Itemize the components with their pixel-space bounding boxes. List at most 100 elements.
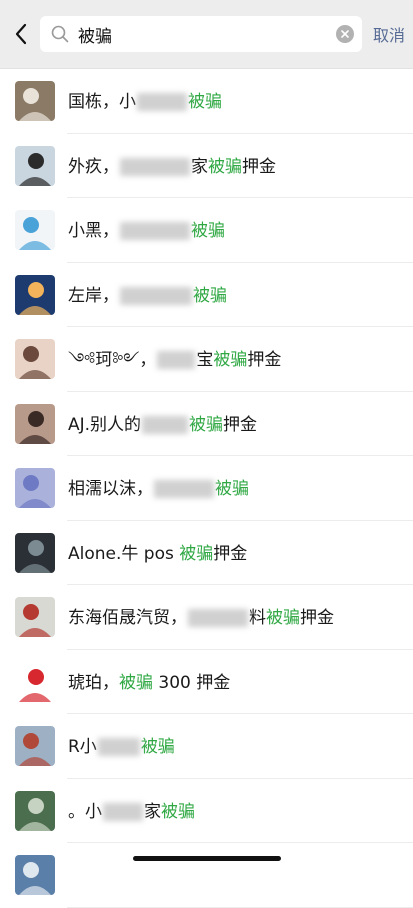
- avatar: [15, 726, 55, 766]
- result-fragment: 料: [249, 608, 266, 628]
- close-icon: [341, 30, 349, 38]
- result-fragment: 家: [144, 801, 161, 822]
- search-result-row[interactable]: 。小 家被骗: [0, 779, 413, 844]
- search-result-row[interactable]: 外疚， 家被骗押金: [0, 134, 413, 199]
- avatar: [15, 468, 55, 508]
- result-name: ༺珂༻，: [68, 350, 157, 370]
- search-result-row[interactable]: ༺珂༻， 宝被骗押金: [0, 327, 413, 392]
- avatar-image: [19, 346, 51, 379]
- search-input[interactable]: [78, 16, 324, 52]
- avatar: [15, 597, 55, 637]
- search-result-row[interactable]: R小 被骗: [0, 714, 413, 779]
- result-title: 小黑， 被骗: [68, 219, 225, 243]
- redacted-text: [120, 286, 192, 305]
- result-name: 国栋，小: [68, 92, 136, 112]
- avatar: [15, 339, 55, 379]
- highlight-keyword: 被骗: [161, 801, 195, 822]
- highlight-keyword: 被骗: [188, 92, 222, 112]
- result-title: 左岸， 被骗: [68, 284, 227, 308]
- result-title: Alone.牛 pos 被骗押金: [68, 542, 247, 566]
- avatar-image: [19, 88, 51, 121]
- result-suffix: 押金: [213, 543, 248, 564]
- avatar-image: [19, 152, 51, 186]
- search-results-list: 国栋，小 被骗 外疚， 家被骗押金 小黑， 被骗 左岸， 被骗 ༺珂༻， 宝被骗押金 AJ.别人的被…: [0, 69, 413, 908]
- avatar: [15, 403, 55, 444]
- search-result-row-partial[interactable]: [0, 843, 413, 908]
- result-title: AJ.别人的 被骗押金: [68, 413, 257, 437]
- redacted-text: [188, 609, 248, 627]
- redacted-text: [120, 222, 190, 240]
- result-suffix: 押金: [300, 608, 334, 628]
- highlight-keyword: 被骗: [189, 414, 224, 435]
- result-title: ༺珂༻， 宝被骗押金: [68, 348, 281, 372]
- search-result-row[interactable]: 东海佰晟汽贸， 料被骗押金: [0, 585, 413, 650]
- highlight-keyword: 被骗: [266, 608, 300, 628]
- redacted-text: [137, 93, 187, 111]
- result-suffix: 押金: [242, 156, 276, 177]
- search-icon: [51, 25, 69, 43]
- avatar: [15, 274, 55, 315]
- search-result-row[interactable]: AJ.别人的 被骗押金: [0, 392, 413, 457]
- avatar: [15, 145, 55, 186]
- avatar: [15, 81, 55, 121]
- avatar-image: [19, 862, 51, 895]
- result-name: 东海佰晟汽贸，: [68, 608, 187, 628]
- avatar-image: [19, 733, 51, 766]
- highlight-keyword: 被骗: [213, 350, 248, 370]
- avatar: [15, 855, 55, 895]
- chevron-left-icon: [15, 23, 27, 45]
- redacted-text: [97, 738, 140, 756]
- avatar: [15, 210, 55, 250]
- search-header: 取消: [0, 0, 413, 69]
- avatar-image: [19, 410, 51, 444]
- redacted-text: [142, 415, 189, 434]
- result-name: 。小: [68, 801, 102, 822]
- result-suffix: 押金: [223, 414, 258, 435]
- result-title: 相濡以沫， 被骗: [68, 477, 249, 501]
- result-title: 外疚， 家被骗押金: [68, 155, 276, 179]
- avatar-image: [19, 797, 51, 831]
- search-result-row[interactable]: 琥珀，被骗 300 押金: [0, 650, 413, 715]
- avatar-image: [19, 604, 51, 637]
- result-name: 琥珀，: [68, 672, 119, 693]
- search-result-row[interactable]: 左岸， 被骗: [0, 263, 413, 328]
- avatar: [15, 790, 55, 831]
- avatar-image: [19, 539, 51, 573]
- clear-search-button[interactable]: [336, 25, 354, 43]
- highlight-keyword: 被骗: [215, 479, 249, 499]
- highlight-keyword: 被骗: [140, 737, 175, 757]
- result-title: R小 被骗: [68, 735, 175, 759]
- highlight-keyword: 被骗: [119, 672, 153, 693]
- avatar-image: [19, 475, 51, 508]
- redacted-text: [103, 802, 143, 821]
- highlight-keyword: 被骗: [191, 221, 225, 241]
- result-title: 。小 家被骗: [68, 800, 195, 824]
- avatar-image: [19, 217, 51, 250]
- result-name: 相濡以沫，: [68, 479, 153, 499]
- result-name: R小: [68, 737, 97, 757]
- search-result-row[interactable]: Alone.牛 pos 被骗押金: [0, 521, 413, 586]
- avatar-image: [19, 668, 51, 702]
- result-name: Alone.牛 pos: [68, 543, 180, 564]
- redacted-text: [120, 157, 190, 176]
- back-button[interactable]: [8, 17, 34, 51]
- avatar: [15, 532, 55, 573]
- result-title: 国栋，小 被骗: [68, 90, 222, 114]
- search-result-row[interactable]: 小黑， 被骗: [0, 198, 413, 263]
- highlight-keyword: 被骗: [179, 543, 214, 564]
- result-suffix: 300 押金: [153, 672, 231, 693]
- result-fragment: 家: [191, 156, 208, 177]
- result-title: 东海佰晟汽贸， 料被骗押金: [68, 606, 334, 630]
- search-result-row[interactable]: 相濡以沫， 被骗: [0, 456, 413, 521]
- result-fragment: 宝: [196, 350, 214, 370]
- highlight-keyword: 被骗: [208, 156, 242, 177]
- cancel-button[interactable]: 取消: [373, 22, 405, 46]
- result-name: 小黑，: [68, 221, 119, 241]
- redacted-text: [157, 351, 196, 369]
- highlight-keyword: 被骗: [193, 285, 227, 306]
- search-box[interactable]: [40, 16, 362, 52]
- search-result-row[interactable]: 国栋，小 被骗: [0, 69, 413, 134]
- result-name: AJ.别人的: [68, 414, 142, 435]
- home-indicator: [133, 856, 281, 861]
- redacted-text: [154, 480, 214, 498]
